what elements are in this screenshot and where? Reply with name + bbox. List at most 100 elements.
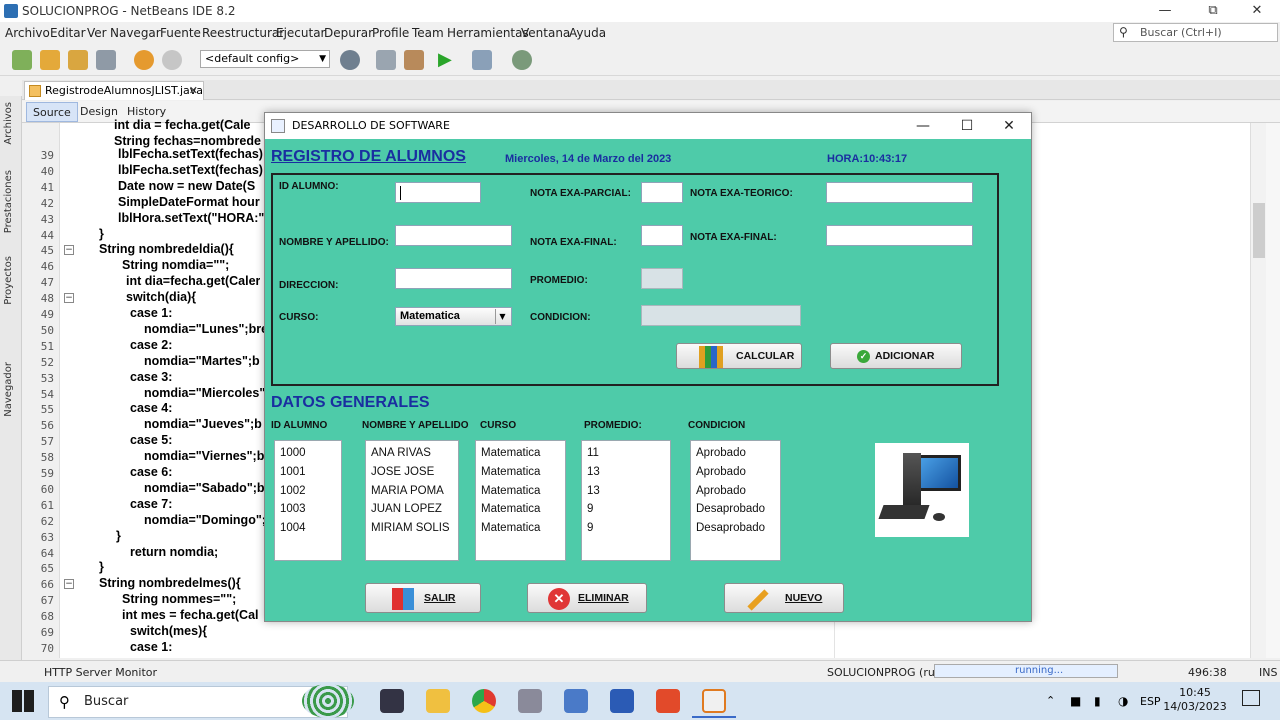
theory-exam-input[interactable] <box>826 182 973 203</box>
name-list[interactable]: ANA RIVAS JOSE JOSE MARIA POMA JUAN LOPE… <box>365 440 459 561</box>
java-icon[interactable] <box>702 689 726 713</box>
list-item[interactable]: Matematica <box>481 519 560 538</box>
menu-fuente[interactable]: Fuente <box>160 26 201 40</box>
code-line[interactable]: case 1: <box>130 640 172 654</box>
code-line[interactable]: String nombredelmes(){ <box>99 576 241 590</box>
camtasia-icon[interactable] <box>656 689 680 713</box>
list-item[interactable]: Matematica <box>481 482 560 501</box>
list-item[interactable]: Matematica <box>481 444 560 463</box>
profile-icon[interactable] <box>512 50 532 70</box>
code-line[interactable]: case 6: <box>130 465 172 479</box>
chrome-icon[interactable] <box>472 689 496 713</box>
list-item[interactable]: JUAN LOPEZ <box>371 500 453 519</box>
code-line[interactable]: lblHora.setText("HORA:" <box>118 211 264 225</box>
save-all-icon[interactable] <box>96 50 116 70</box>
list-item[interactable]: Desaprobado <box>696 519 775 538</box>
code-line[interactable]: case 1: <box>130 306 172 320</box>
network-icon[interactable]: ■ <box>1070 694 1081 708</box>
maze-icon[interactable] <box>302 684 354 718</box>
average-list[interactable]: 11 13 13 9 9 <box>581 440 671 561</box>
code-line[interactable]: case 7: <box>130 497 172 511</box>
side-tab-proyectos[interactable]: Proyectos <box>3 256 14 305</box>
code-line[interactable]: String fechas=nombrede <box>114 134 261 148</box>
list-item[interactable]: 11 <box>587 444 665 463</box>
address-input[interactable] <box>395 268 512 289</box>
code-line[interactable]: } <box>99 560 104 574</box>
config-select[interactable]: <default config> ▼ <box>200 50 330 68</box>
code-line[interactable]: int dia = fecha.get(Cale <box>114 118 251 132</box>
delete-button[interactable]: ✕ ELIMINAR <box>527 583 647 613</box>
close-button[interactable]: ✕ <box>1234 0 1280 22</box>
new-button[interactable]: NUEVO <box>724 583 844 613</box>
globe-icon[interactable] <box>340 50 360 70</box>
tab-source[interactable]: Source <box>26 102 78 122</box>
add-button[interactable]: ✓ ADICIONAR <box>830 343 962 369</box>
code-line[interactable]: nomdia="Sabado";b <box>144 481 265 495</box>
fold-marker-icon[interactable]: − <box>64 579 74 589</box>
code-line[interactable]: switch(dia){ <box>126 290 196 304</box>
taskbar-clock[interactable]: 10:45 14/03/2023 <box>1160 686 1230 714</box>
build-icon[interactable] <box>376 50 396 70</box>
code-line[interactable]: Date now = new Date(S <box>118 179 255 193</box>
dialog-minimize-button[interactable]: — <box>901 113 945 139</box>
menu-ayuda[interactable]: Ayuda <box>569 26 606 40</box>
code-line[interactable]: String nommes=""; <box>122 592 236 606</box>
menu-profile[interactable]: Profile <box>372 26 409 40</box>
list-item[interactable]: MARIA POMA <box>371 482 453 501</box>
final-exam-2-input[interactable] <box>826 225 973 246</box>
list-item[interactable]: ANA RIVAS <box>371 444 453 463</box>
word-icon[interactable] <box>610 689 634 713</box>
restore-button[interactable]: ⧉ <box>1190 0 1236 22</box>
new-project-icon[interactable] <box>40 50 60 70</box>
side-tab-prestaciones[interactable]: Prestaciones <box>3 170 14 233</box>
exit-button[interactable]: SALIR <box>365 583 481 613</box>
code-line[interactable]: nomdia="Martes";b <box>144 354 260 368</box>
menu-archivo[interactable]: Archivo <box>5 26 50 40</box>
status-http-monitor[interactable]: HTTP Server Monitor <box>44 666 157 679</box>
menu-team[interactable]: Team <box>412 26 444 40</box>
calculate-button[interactable]: CALCULAR <box>676 343 802 369</box>
list-item[interactable]: 13 <box>587 482 665 501</box>
code-line[interactable]: case 3: <box>130 370 172 384</box>
redo-icon[interactable] <box>162 50 182 70</box>
dialog-maximize-button[interactable]: ☐ <box>945 113 989 139</box>
code-line[interactable]: case 2: <box>130 338 172 352</box>
menu-reestructurar[interactable]: Reestructurar <box>202 26 284 40</box>
virtualbox-icon[interactable] <box>564 689 588 713</box>
list-item[interactable]: 1001 <box>280 463 336 482</box>
code-line[interactable]: SimpleDateFormat hour <box>118 195 260 209</box>
menu-ventana[interactable]: Ventana <box>521 26 570 40</box>
file-tab[interactable]: RegistrodeAlumnosJLIST.java ✕ <box>24 81 204 100</box>
list-item[interactable]: 9 <box>587 519 665 538</box>
code-line[interactable]: String nomdia=""; <box>122 258 229 272</box>
run-icon[interactable]: ▶ <box>438 50 458 70</box>
code-line[interactable]: nomdia="Viernes";b <box>144 449 264 463</box>
list-item[interactable]: Aprobado <box>696 482 775 501</box>
chevron-up-icon[interactable]: ⌃ <box>1046 694 1055 707</box>
menu-ver[interactable]: Ver <box>87 26 107 40</box>
code-line[interactable]: nomdia="Domingo"; <box>144 513 266 527</box>
scrollbar-thumb[interactable] <box>1253 203 1265 258</box>
minimize-button[interactable]: — <box>1142 0 1188 22</box>
code-line[interactable]: case 4: <box>130 401 172 415</box>
code-line[interactable]: int mes = fecha.get(Cal <box>122 608 259 622</box>
menu-depurar[interactable]: Depurar <box>324 26 373 40</box>
list-item[interactable]: Aprobado <box>696 463 775 482</box>
list-item[interactable]: Desaprobado <box>696 500 775 519</box>
debug-icon[interactable] <box>472 50 492 70</box>
editor-scrollbar[interactable] <box>1250 123 1266 658</box>
code-line[interactable]: String nombredeldia(){ <box>99 242 234 256</box>
code-line[interactable]: return nomdia; <box>130 545 218 559</box>
list-item[interactable]: 9 <box>587 500 665 519</box>
clean-build-icon[interactable] <box>404 50 424 70</box>
new-file-icon[interactable] <box>12 50 32 70</box>
list-item[interactable]: MIRIAM SOLIS <box>371 519 453 538</box>
list-item[interactable]: 1003 <box>280 500 336 519</box>
close-tab-icon[interactable]: ✕ <box>189 82 198 100</box>
chevron-down-icon[interactable]: ▼ <box>495 309 509 324</box>
id-list[interactable]: 1000 1001 1002 1003 1004 <box>274 440 342 561</box>
side-tab-navegador[interactable]: Navegador <box>3 362 14 417</box>
side-tab-archivos[interactable]: Archivos <box>3 102 14 145</box>
fold-marker-icon[interactable]: − <box>64 245 74 255</box>
list-item[interactable]: Matematica <box>481 500 560 519</box>
